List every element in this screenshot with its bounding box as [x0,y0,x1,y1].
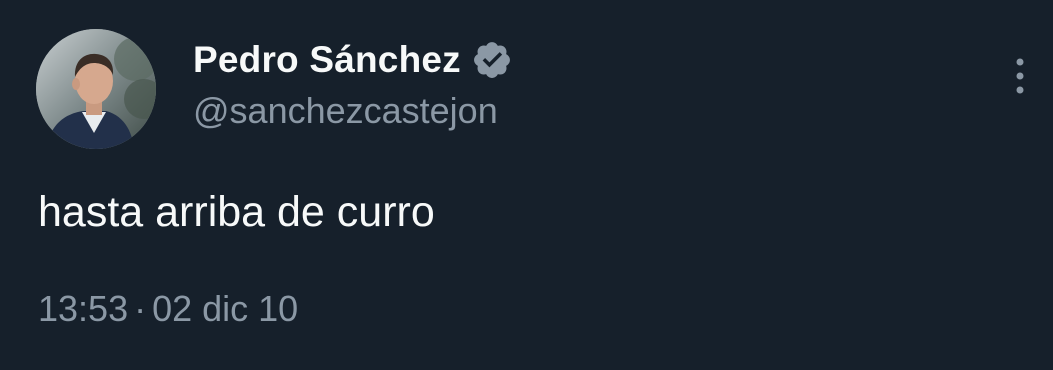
verified-badge-icon [471,39,513,81]
tweet-text: hasta arriba de curro [38,188,435,236]
avatar[interactable] [36,29,156,149]
author-handle[interactable]: @sanchezcastejon [193,90,498,132]
avatar-photo [36,29,156,149]
more-vertical-icon[interactable] [1004,56,1036,98]
tweet-time: 13:53 [38,288,129,329]
tweet-date: 02 dic 10 [152,288,299,329]
display-name[interactable]: Pedro Sánchez [193,39,461,81]
tweet-timestamp[interactable]: 13:53 · 02 dic 10 [38,288,298,330]
tweet-card: Pedro Sánchez @sanchezcastejon hasta arr… [0,0,1053,370]
meta-separator: · [134,288,147,329]
author-name-row: Pedro Sánchez [193,38,513,82]
